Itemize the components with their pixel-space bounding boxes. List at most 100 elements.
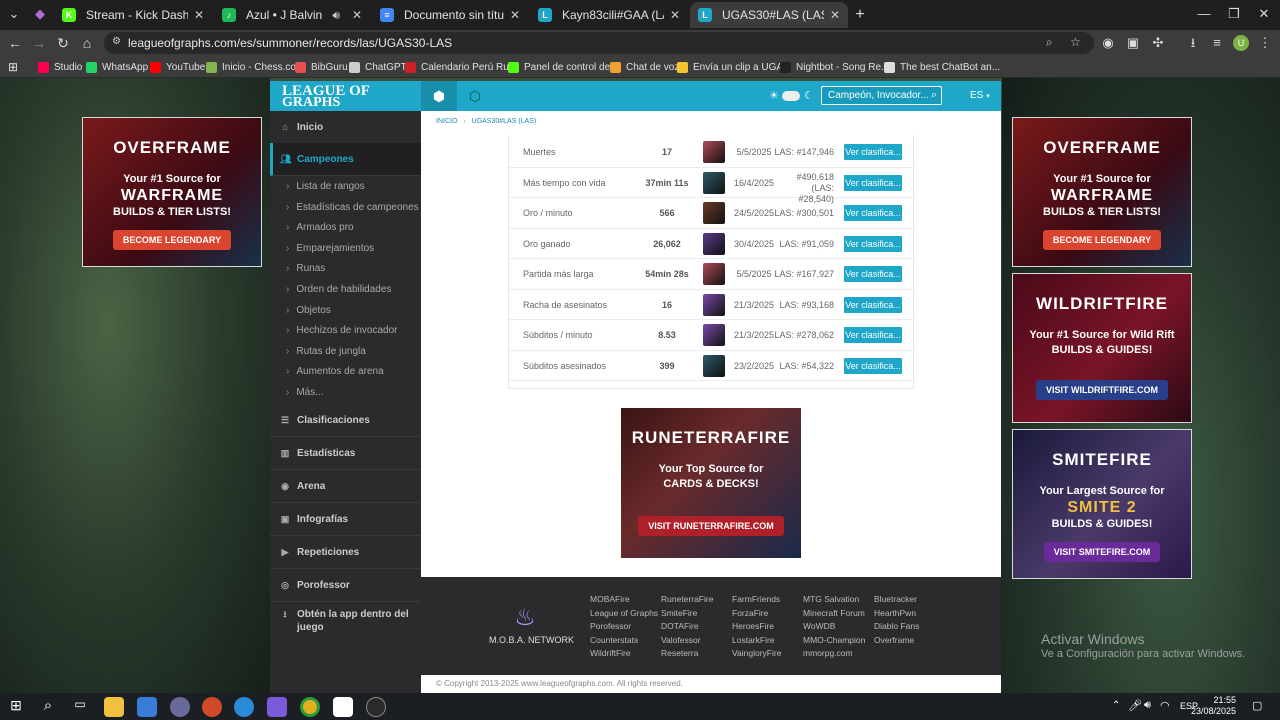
- ver-clasificacion-button[interactable]: Ver clasifica...: [844, 266, 902, 282]
- bookmark-star-icon[interactable]: ☆: [1070, 35, 1081, 49]
- champion-portrait[interactable]: [703, 171, 725, 194]
- bookmark-item[interactable]: Panel de control del...: [508, 59, 621, 75]
- menu-icon[interactable]: ⋮: [1257, 35, 1273, 51]
- bookmark-item[interactable]: Chat de voz: [610, 59, 679, 75]
- bookmark-item[interactable]: BibGuru: [295, 59, 348, 75]
- footer-link[interactable]: LostarkFire: [732, 634, 781, 648]
- file-explorer-icon[interactable]: [104, 697, 124, 717]
- footer-link[interactable]: WildriftFire: [590, 647, 658, 661]
- task-view-icon[interactable]: ▭: [70, 697, 90, 717]
- footer-link[interactable]: RuneterraFire: [661, 593, 713, 607]
- bookmark-item[interactable]: The best ChatBot an...: [884, 59, 1000, 75]
- footer-link[interactable]: Valofessor: [661, 634, 713, 648]
- ver-clasificacion-button[interactable]: Ver clasifica...: [844, 296, 902, 313]
- sidebar-subitem[interactable]: Estadísticas de campeones: [286, 202, 418, 213]
- bookmark-item[interactable]: Studio: [38, 59, 82, 75]
- footer-link[interactable]: mmorpg.com: [803, 647, 865, 661]
- zoom-icon[interactable]: ⌕: [1046, 35, 1053, 50]
- footer-link[interactable]: DOTAFire: [661, 620, 713, 634]
- sidebar-subitem[interactable]: Orden de habilidades: [286, 284, 391, 295]
- ver-clasificacion-button[interactable]: Ver clasifica...: [844, 327, 902, 343]
- ad-cta-button[interactable]: VISIT WILDRIFTFIRE.COM: [1036, 380, 1168, 400]
- footer-link[interactable]: MMO-Champion: [803, 634, 865, 648]
- footer-link[interactable]: Reseterra: [661, 647, 713, 661]
- footer-link[interactable]: MTG Salvation: [803, 593, 865, 607]
- ver-clasificacion-button[interactable]: Ver clasifica...: [844, 357, 902, 374]
- browser-tab[interactable]: ♪ Azul • J Balvin 🔊︎ ✕: [214, 2, 370, 28]
- sidebar-subitem[interactable]: Más...: [286, 387, 323, 398]
- maximize-icon[interactable]: ❐: [1224, 6, 1244, 22]
- profile-avatar[interactable]: U: [1233, 35, 1249, 51]
- sidebar-subitem[interactable]: Lista de rangos: [286, 181, 364, 192]
- tab-close-icon[interactable]: ✕: [830, 8, 840, 22]
- footer-link[interactable]: HearthPwn: [874, 607, 919, 621]
- sidebar-item[interactable]: ⭳ Obtén la app dentro del juego: [270, 604, 421, 649]
- sidebar-subitem[interactable]: Objetos: [286, 305, 330, 316]
- media-icon[interactable]: ≡: [1209, 35, 1225, 51]
- tab-close-icon[interactable]: ✕: [510, 8, 520, 22]
- bookmark-item[interactable]: Envía un clip a UGA...: [677, 59, 791, 75]
- search-icon[interactable]: ⌕: [38, 697, 58, 717]
- bookmark-item[interactable]: YouTube: [150, 59, 205, 75]
- close-window-icon[interactable]: ✕: [1254, 6, 1274, 22]
- champion-portrait[interactable]: [703, 202, 725, 224]
- browser-tab[interactable]: L Kayn83cili#GAA (LAS) - League ✕: [530, 2, 688, 28]
- champion-portrait[interactable]: [703, 324, 725, 346]
- forward-icon[interactable]: →: [30, 34, 48, 52]
- footer-link[interactable]: SmiteFire: [661, 607, 713, 621]
- sidebar-item[interactable]: ▶ Repeticiones: [270, 536, 421, 569]
- sidebar-subitem[interactable]: Armados pro: [286, 222, 353, 233]
- footer-link[interactable]: Bluetracker: [874, 593, 919, 607]
- language-selector[interactable]: ES ▾: [970, 90, 990, 101]
- windows-start-icon[interactable]: ⊞: [6, 697, 26, 717]
- reload-icon[interactable]: ↻: [54, 34, 72, 52]
- search-icon[interactable]: ⌕: [931, 89, 937, 102]
- footer-link[interactable]: Minecraft Forum: [803, 607, 865, 621]
- minimize-icon[interactable]: —: [1194, 6, 1214, 22]
- network-icon[interactable]: ◠: [1160, 699, 1170, 712]
- smitefire-ad[interactable]: SMITEFIRE Your Largest Source for SMITE …: [1012, 429, 1192, 579]
- bookmark-item[interactable]: Nightbot - Song Re...: [780, 59, 889, 75]
- chrome-icon[interactable]: [300, 697, 320, 717]
- notifications-icon[interactable]: ▢: [1252, 699, 1262, 712]
- breadcrumb-current[interactable]: UGAS30#LAS (LAS): [472, 118, 537, 125]
- footer-link[interactable]: Diablo Fans: [874, 620, 919, 634]
- address-bar[interactable]: ⚙ leagueofgraphs.com/es/summoner/records…: [104, 32, 1094, 54]
- tray-chevron-icon[interactable]: ⌃: [1112, 700, 1120, 711]
- puzzle-icon[interactable]: ✣: [1150, 35, 1166, 51]
- champion-portrait[interactable]: [703, 354, 725, 377]
- footer-link[interactable]: VaingloryFire: [732, 647, 781, 661]
- ver-clasificacion-button[interactable]: Ver clasifica...: [844, 205, 902, 221]
- tab-close-icon[interactable]: ✕: [670, 8, 680, 22]
- ver-clasificacion-button[interactable]: Ver clasifica...: [844, 144, 902, 160]
- bookmark-item[interactable]: WhatsApp: [86, 59, 148, 75]
- system-clock[interactable]: 21:55 23/08/2025: [1191, 695, 1236, 717]
- tab-close-icon[interactable]: ✕: [194, 8, 204, 22]
- footer-link[interactable]: League of Graphs: [590, 607, 658, 621]
- obs-icon[interactable]: [366, 697, 386, 717]
- edge-icon[interactable]: [234, 697, 254, 717]
- powerpoint-icon[interactable]: [202, 697, 222, 717]
- screenshot-icon[interactable]: ▣: [1125, 35, 1141, 51]
- footer-link[interactable]: WoWDB: [803, 620, 865, 634]
- bookmark-item[interactable]: Inicio - Chess.com: [206, 59, 304, 75]
- champion-portrait[interactable]: [703, 263, 725, 285]
- theme-toggle[interactable]: [782, 91, 800, 101]
- ad-cta-button[interactable]: BECOME LEGENDARY: [112, 230, 232, 250]
- runeterrafire-ad[interactable]: RUNETERRAFIRE Your Top Source for CARDS …: [621, 408, 801, 558]
- bookmark-item[interactable]: Calendario Perú Ru...: [405, 59, 517, 75]
- overframe-ad-right[interactable]: OVERFRAME Your #1 Source for WARFRAME BU…: [1012, 117, 1192, 267]
- tft-game-icon[interactable]: ⬡: [457, 81, 493, 111]
- download-icon[interactable]: ⭳: [1185, 35, 1201, 51]
- app-icon[interactable]: [170, 697, 190, 717]
- home-icon[interactable]: ⌂: [78, 34, 96, 52]
- sidebar-item[interactable]: ◎ Porofessor: [270, 569, 421, 602]
- overframe-ad[interactable]: OVERFRAME Your #1 Source for WARFRAME BU…: [82, 117, 262, 267]
- footer-link[interactable]: Overframe: [874, 634, 919, 648]
- sidebar-item-campeones[interactable]: 👥︎ Campeones: [270, 143, 421, 176]
- discord-icon[interactable]: [267, 697, 287, 717]
- extension-icon[interactable]: ◉: [1100, 35, 1116, 51]
- wildriftfire-ad[interactable]: WILDRIFTFIRE Your #1 Source for Wild Rif…: [1012, 273, 1192, 423]
- sidebar-subitem[interactable]: Rutas de jungla: [286, 346, 366, 357]
- sidebar-subitem[interactable]: Runas: [286, 263, 325, 274]
